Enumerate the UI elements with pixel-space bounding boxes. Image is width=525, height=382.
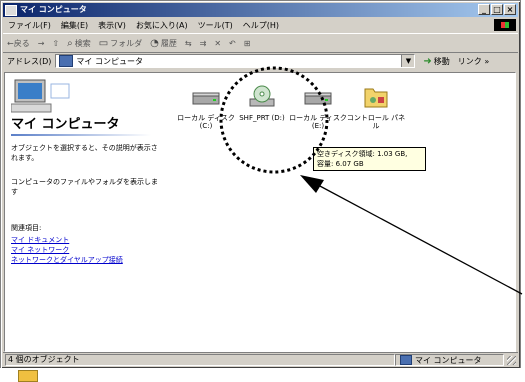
- search-icon: ⌕: [67, 37, 73, 49]
- forward-button[interactable]: →: [34, 39, 49, 48]
- drive-label: SHF_PRT (D:): [239, 114, 285, 122]
- menu-view[interactable]: 表示(V): [93, 20, 131, 31]
- windows-logo-icon: [494, 19, 516, 31]
- cd-drive-icon: [249, 85, 275, 107]
- links-button[interactable]: リンク »: [458, 56, 489, 67]
- computer-icon: [59, 55, 74, 67]
- status-bar: 4 個のオブジェクト マイ コンピュータ: [3, 352, 518, 367]
- tooltip-capacity: 容量: 6.07 GB: [317, 160, 364, 168]
- history-icon: ◔: [150, 37, 159, 49]
- menu-help[interactable]: ヘルプ(H): [238, 20, 284, 31]
- related-heading: 関連項目:: [11, 224, 42, 232]
- my-computer-icon: [11, 79, 70, 113]
- control-panel-icon: [364, 88, 388, 108]
- tooltip-free-space: 空きディスク領域: 1.03 GB,: [317, 150, 408, 158]
- selection-hint: オブジェクトを選択すると、その説明が表示されます。: [11, 144, 158, 162]
- history-label: 履歴: [160, 38, 177, 48]
- address-label: アドレス(D): [7, 56, 52, 66]
- title-divider: [11, 134, 151, 136]
- up-button[interactable]: ⇧: [48, 39, 63, 48]
- copy-to-button[interactable]: ⇉: [196, 39, 211, 48]
- drive-item[interactable]: ローカル ディスク (C:): [175, 85, 237, 130]
- menu-favorites[interactable]: お気に入り(A): [131, 20, 193, 31]
- go-arrow-icon: ➜: [423, 55, 432, 67]
- link-dialup[interactable]: ネットワークとダイヤルアップ接続: [11, 255, 123, 265]
- back-button[interactable]: ←戻る: [3, 38, 34, 49]
- link-my-network[interactable]: マイ ネットワーク: [11, 245, 69, 255]
- search-button[interactable]: ⌕ 検索: [63, 38, 95, 49]
- drive-item[interactable]: コントロール パネル: [345, 85, 407, 130]
- explorer-window: マイ コンピュータ _ □ × ファイル(F) 編集(E) 表示(V) お気に入…: [0, 0, 521, 369]
- delete-button[interactable]: ✕: [210, 39, 225, 48]
- drive-label: ローカル ディスク (C:): [177, 114, 235, 130]
- hard-disk-icon: [192, 92, 220, 105]
- toolbar: ←戻る → ⇧ ⌕ 検索 ▭ フォルダ ◔ 履歴 ⇆ ⇉ ✕ ↶ ⊞: [3, 33, 518, 53]
- menu-edit[interactable]: 編集(E): [56, 20, 93, 31]
- computer-icon: [5, 4, 17, 16]
- title-bar[interactable]: マイ コンピュータ _ □ ×: [3, 3, 518, 17]
- hard-disk-icon: [304, 92, 332, 105]
- go-button[interactable]: ➜ 移動: [423, 56, 449, 67]
- go-label: 移動: [433, 56, 450, 66]
- menu-file[interactable]: ファイル(F): [3, 20, 56, 31]
- address-value: マイ コンピュータ: [76, 56, 143, 66]
- drive-tooltip: 空きディスク領域: 1.03 GB, 容量: 6.07 GB: [313, 147, 426, 171]
- content-area: マイ コンピュータ オブジェクトを選択すると、その説明が表示されます。 コンピュ…: [4, 72, 516, 352]
- folders-button[interactable]: ▭ フォルダ: [95, 38, 146, 49]
- folder-icon: ▭: [98, 37, 109, 49]
- computer-icon: [400, 355, 412, 365]
- drive-item[interactable]: ローカル ディスク (E:): [287, 85, 349, 130]
- status-object-count: 4 個のオブジェクト: [5, 354, 395, 366]
- web-view-pane: マイ コンピュータ オブジェクトを選択すると、その説明が表示されます。 コンピュ…: [5, 73, 180, 351]
- window-title: マイ コンピュータ: [20, 5, 87, 14]
- search-label: 検索: [74, 38, 91, 48]
- taskbar-strip: [0, 368, 525, 381]
- drive-label: コントロール パネル: [346, 114, 406, 130]
- status-zone: マイ コンピュータ: [395, 354, 504, 366]
- resize-grip[interactable]: [507, 356, 516, 365]
- link-my-documents[interactable]: マイ ドキュメント: [11, 235, 69, 245]
- folders-label: フォルダ: [110, 38, 143, 48]
- drive-item[interactable]: SHF_PRT (D:): [231, 85, 293, 122]
- history-button[interactable]: ◔ 履歴: [146, 38, 181, 49]
- close-button[interactable]: ×: [504, 4, 516, 15]
- taskbar-folder-icon[interactable]: [18, 370, 38, 382]
- pane-description: コンピュータのファイルやフォルダを表示します: [11, 178, 158, 196]
- menu-bar: ファイル(F) 編集(E) 表示(V) お気に入り(A) ツール(T) ヘルプ(…: [3, 18, 518, 32]
- undo-button[interactable]: ↶: [225, 39, 240, 48]
- drive-label: ローカル ディスク (E:): [289, 114, 347, 130]
- status-zone-label: マイ コンピュータ: [415, 355, 482, 365]
- move-to-button[interactable]: ⇆: [181, 39, 196, 48]
- address-bar: アドレス(D) マイ コンピュータ ▼ ➜ 移動 リンク »: [3, 52, 518, 70]
- pane-title: マイ コンピュータ: [11, 117, 120, 132]
- views-button[interactable]: ⊞: [240, 39, 255, 48]
- chevron-down-icon[interactable]: ▼: [401, 55, 415, 67]
- maximize-button[interactable]: □: [491, 4, 503, 15]
- minimize-button[interactable]: _: [478, 4, 490, 15]
- address-field[interactable]: マイ コンピュータ ▼: [55, 54, 416, 68]
- menu-tools[interactable]: ツール(T): [193, 20, 238, 31]
